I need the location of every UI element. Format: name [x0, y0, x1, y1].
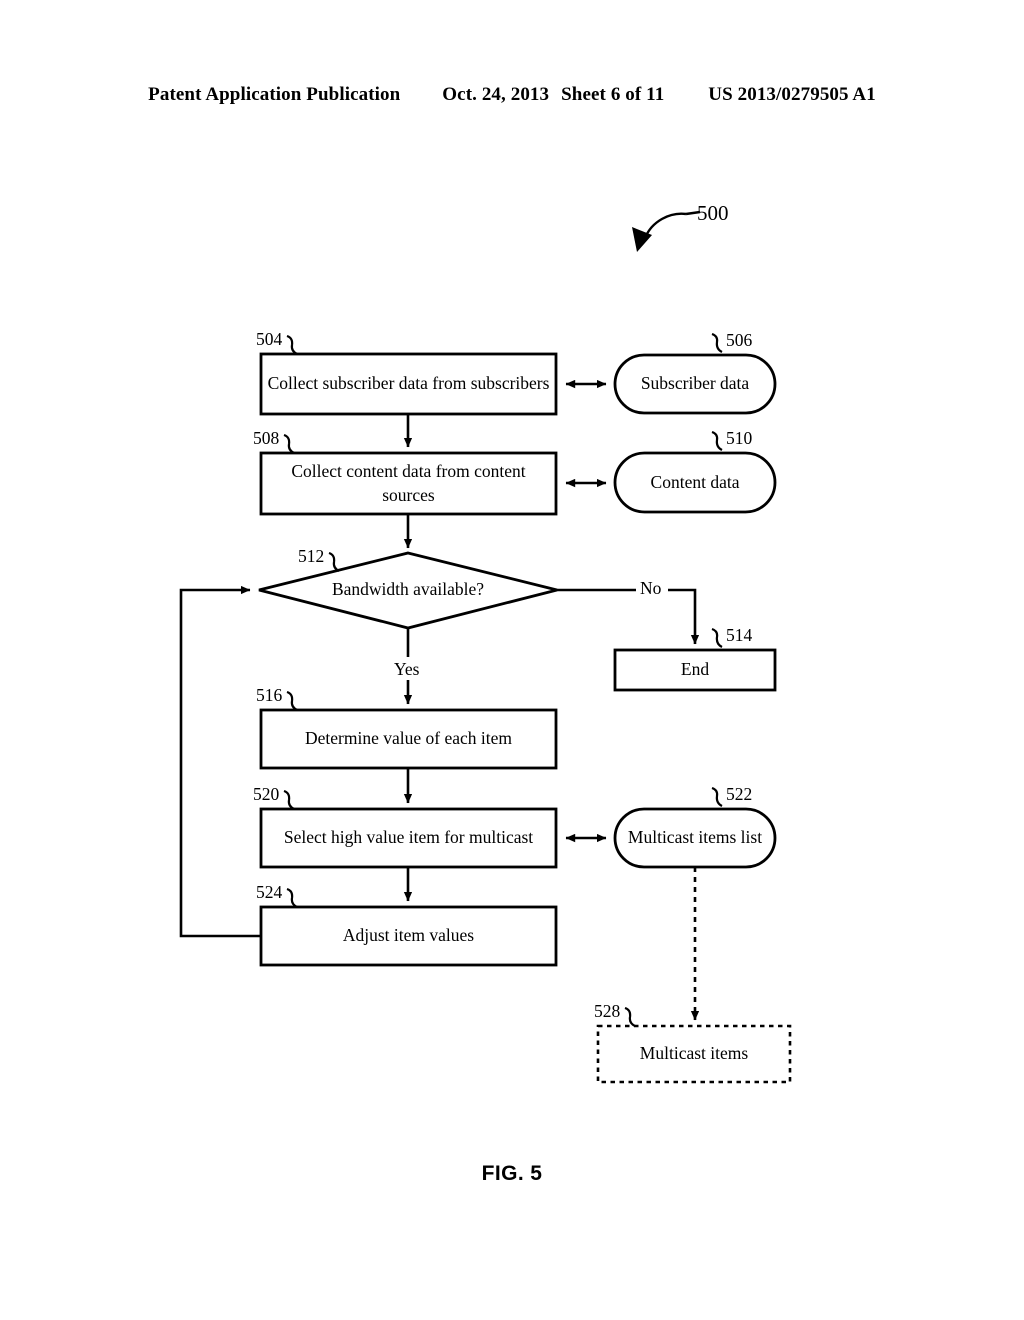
node-514-shape — [613, 648, 777, 692]
figure-caption: FIG. 5 — [481, 1162, 543, 1185]
ref-num-520: 520 — [253, 784, 280, 804]
node-516-shape — [259, 708, 558, 770]
edge-524-loopback-to-512 — [179, 585, 261, 938]
ref-num-508: 508 — [253, 428, 280, 448]
edge-label-no: No — [638, 578, 664, 599]
ref-num-510: 510 — [726, 428, 753, 448]
ref-num-504: 504 — [256, 329, 283, 349]
ref-num-528: 528 — [594, 1001, 621, 1021]
node-524-shape — [259, 905, 558, 967]
node-510-shape — [613, 451, 777, 514]
ref-num-512: 512 — [298, 546, 325, 566]
node-522-shape — [613, 807, 777, 869]
node-528-shape — [596, 1024, 792, 1084]
edge-512-no-seg2 — [668, 588, 700, 645]
ref-num-506: 506 — [726, 330, 753, 350]
node-520-shape — [259, 807, 558, 869]
flowchart-diagram: 500 Collect subscriber data from subscri… — [0, 0, 1024, 1320]
node-504-shape — [259, 352, 558, 416]
ref-num-522: 522 — [726, 784, 753, 804]
node-506-shape — [613, 353, 777, 415]
ref-num-516: 516 — [256, 685, 283, 705]
figure-ref-500: 500 — [697, 201, 729, 225]
edge-label-yes: Yes — [392, 659, 422, 680]
flowchart-svg — [179, 210, 792, 1084]
ref-arrow-500 — [643, 212, 687, 239]
ref-num-514: 514 — [726, 625, 753, 645]
ref-num-524: 524 — [256, 882, 283, 902]
node-508-shape — [259, 451, 558, 516]
